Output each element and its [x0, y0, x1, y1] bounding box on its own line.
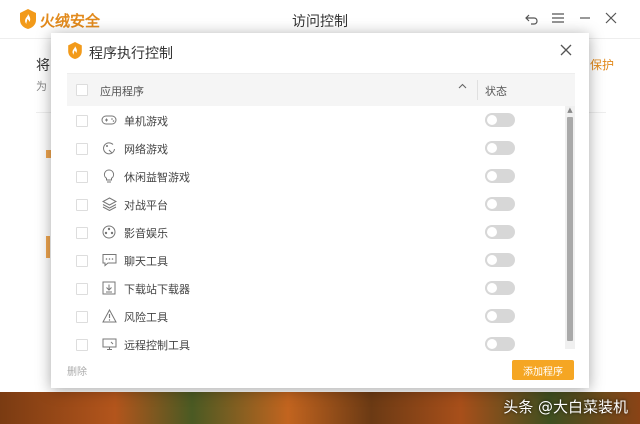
- row-label: 休闲益智游戏: [124, 171, 190, 184]
- row-label: 对战平台: [124, 199, 168, 212]
- program-table: 应用程序 状态 单机游戏 网络游戏 休闲益智游戏 对战平台 影音娱乐 聊天工具 …: [67, 73, 575, 352]
- row-checkbox[interactable]: [76, 199, 88, 211]
- status-toggle[interactable]: [485, 225, 515, 239]
- background-link[interactable]: 保护: [590, 56, 614, 73]
- table-row[interactable]: 风险工具: [67, 302, 563, 330]
- row-checkbox[interactable]: [76, 339, 88, 351]
- status-toggle[interactable]: [485, 169, 515, 183]
- table-row[interactable]: 聊天工具: [67, 246, 563, 274]
- status-toggle[interactable]: [485, 309, 515, 323]
- remote-desktop-icon: [101, 336, 117, 352]
- row-label: 影音娱乐: [124, 227, 168, 240]
- network-game-icon: [101, 140, 117, 156]
- row-checkbox[interactable]: [76, 311, 88, 323]
- table-row[interactable]: 单机游戏: [67, 106, 563, 134]
- row-label: 风险工具: [124, 311, 168, 324]
- select-all-checkbox[interactable]: [76, 84, 88, 96]
- download-icon: [101, 280, 117, 296]
- column-header-name[interactable]: 应用程序: [100, 83, 144, 99]
- status-toggle[interactable]: [485, 197, 515, 211]
- add-program-button[interactable]: 添加程序: [512, 360, 574, 380]
- status-toggle[interactable]: [485, 113, 515, 127]
- delete-button[interactable]: 删除: [67, 363, 87, 378]
- table-row[interactable]: 远程控制工具: [67, 330, 563, 358]
- sort-up-icon[interactable]: [458, 82, 467, 94]
- program-control-dialog: 程序执行控制 应用程序 状态 单机游戏 网络游戏 休闲益智游戏 对战平台 影音娱…: [51, 33, 589, 388]
- table-header: 应用程序 状态: [67, 74, 575, 106]
- table-row[interactable]: 休闲益智游戏: [67, 162, 563, 190]
- chat-icon: [101, 252, 117, 268]
- table-row[interactable]: 下载站下载器: [67, 274, 563, 302]
- back-icon[interactable]: [523, 10, 539, 26]
- row-label: 远程控制工具: [124, 339, 190, 352]
- row-label: 网络游戏: [124, 143, 168, 156]
- table-row[interactable]: 对战平台: [67, 190, 563, 218]
- row-label: 聊天工具: [124, 255, 168, 268]
- lightbulb-icon: [101, 168, 117, 184]
- minimize-icon[interactable]: [577, 10, 593, 26]
- huorong-logo-icon: [68, 42, 82, 59]
- row-checkbox[interactable]: [76, 283, 88, 295]
- dialog-title: 程序执行控制: [89, 46, 173, 62]
- watermark: 头条 @大白菜装机: [503, 398, 628, 416]
- row-checkbox[interactable]: [76, 143, 88, 155]
- table-row[interactable]: 影音娱乐: [67, 218, 563, 246]
- column-separator: [477, 80, 478, 100]
- scroll-thumb[interactable]: [567, 117, 573, 341]
- gamepad-icon: [101, 112, 117, 128]
- status-toggle[interactable]: [485, 337, 515, 351]
- status-toggle[interactable]: [485, 141, 515, 155]
- media-icon: [101, 224, 117, 240]
- warning-icon: [101, 308, 117, 324]
- table-row[interactable]: 网络游戏: [67, 134, 563, 162]
- row-label: 下载站下载器: [124, 283, 190, 296]
- row-checkbox[interactable]: [76, 115, 88, 127]
- status-toggle[interactable]: [485, 281, 515, 295]
- row-label: 单机游戏: [124, 115, 168, 128]
- menu-icon[interactable]: [550, 10, 566, 26]
- row-checkbox[interactable]: [76, 227, 88, 239]
- status-toggle[interactable]: [485, 253, 515, 267]
- close-icon[interactable]: [603, 10, 619, 26]
- dialog-close-icon[interactable]: [557, 41, 575, 59]
- scrollbar[interactable]: ▲: [565, 106, 575, 349]
- layers-icon: [101, 196, 117, 212]
- row-checkbox[interactable]: [76, 255, 88, 267]
- background-subtext: 为: [36, 80, 47, 93]
- window-title: 访问控制: [292, 14, 348, 30]
- column-header-status: 状态: [485, 85, 507, 98]
- background-accent: [46, 236, 50, 258]
- row-checkbox[interactable]: [76, 171, 88, 183]
- background-heading: 将: [36, 58, 50, 74]
- scroll-up-icon[interactable]: ▲: [565, 106, 575, 115]
